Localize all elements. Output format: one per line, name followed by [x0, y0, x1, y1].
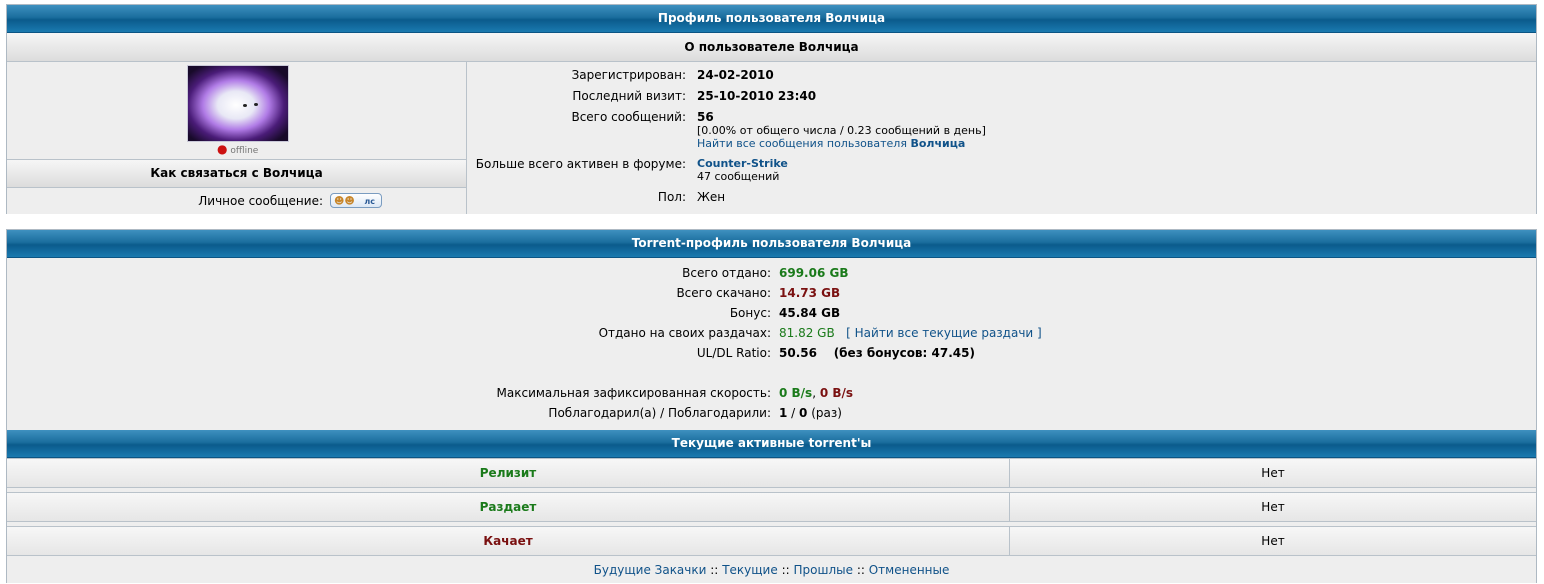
posts-label: Всего сообщений: — [571, 110, 686, 124]
active-row-value: Нет — [1261, 534, 1285, 548]
downloaded-label: Всего скачано: — [676, 286, 771, 300]
active-title: Текущие активные torrent'ы — [7, 430, 1536, 458]
link-separator: :: — [710, 563, 719, 577]
cancelled-link[interactable]: Отмененные — [869, 563, 950, 577]
own-seed-value: 81.82 GB — [779, 326, 835, 340]
torrent-panel: Torrent-профиль пользователя Волчица Все… — [6, 229, 1537, 583]
profile-title: Профиль пользователя Волчица — [7, 5, 1536, 33]
max-speed-down: 0 B/s — [819, 386, 854, 400]
bonus-value: 45.84 GB — [779, 306, 841, 320]
ratio-label: UL/DL Ratio: — [696, 346, 771, 360]
downloaded-value: 14.73 GB — [779, 286, 841, 300]
active-row-label: Качает — [7, 527, 1010, 555]
active-row-value: Нет — [1261, 500, 1285, 514]
current-link[interactable]: Текущие — [722, 563, 778, 577]
offline-icon: ● — [217, 142, 228, 156]
gender-value: Жен — [697, 190, 726, 204]
pm-button[interactable]: ☻☻ лс — [330, 193, 382, 208]
max-speed-sep: , — [812, 386, 817, 400]
active-row-value: Нет — [1261, 466, 1285, 480]
active-row-label: Релизит — [7, 459, 1010, 487]
find-posts-link[interactable]: Найти все сообщения пользователя Волчица — [697, 137, 965, 150]
registered-value: 24-02-2010 — [697, 68, 774, 82]
thanks-unit: (раз) — [811, 406, 842, 420]
online-status: ● offline — [217, 142, 258, 156]
uploaded-value: 699.06 GB — [779, 266, 849, 280]
profile-panel: Профиль пользователя Волчица О пользоват… — [6, 4, 1537, 214]
active-row-releasing: Релизит Нет — [7, 458, 1536, 488]
most-active-label: Больше всего активен в форуме: — [475, 157, 686, 171]
posts-stats: [0.00% от общего числа / 0.23 сообщений … — [697, 124, 986, 137]
ratio-extra: (без бонусов: 47.45) — [833, 346, 975, 360]
find-seeds-link[interactable]: [ Найти все текущие раздачи ] — [846, 326, 1042, 340]
max-speed-label: Максимальная зафиксированная скорость: — [496, 386, 771, 400]
about-heading: О пользователе Волчица — [7, 33, 1536, 62]
torrent-title: Torrent-профиль пользователя Волчица — [7, 230, 1536, 258]
most-active-forum-link[interactable]: Counter-Strike — [697, 157, 788, 170]
contact-heading: Как связаться с Волчица — [7, 159, 466, 188]
future-downloads-link[interactable]: Будущие Закачки — [594, 563, 707, 577]
status-text: offline — [230, 146, 259, 156]
pm-button-label: лс — [364, 197, 375, 206]
ratio-value: 50.56 — [779, 346, 817, 360]
active-row-seeding: Раздает Нет — [7, 492, 1536, 522]
avatar — [187, 65, 289, 142]
torrent-stats: Всего отдано: 699.06 GB Всего скачано: 1… — [7, 258, 1536, 428]
pm-row: Личное сообщение: ☻☻ лс — [7, 191, 466, 211]
user-card: ● offline Как связаться с Волчица Личное… — [7, 62, 467, 214]
registered-label: Зарегистрирован: — [571, 68, 686, 82]
own-seed-label: Отдано на своих раздачах: — [598, 326, 771, 340]
last-visit-label: Последний визит: — [572, 89, 686, 103]
uploaded-label: Всего отдано: — [682, 266, 771, 280]
link-separator: :: — [781, 563, 790, 577]
most-active-count: 47 сообщений — [697, 170, 780, 183]
max-speed-up: 0 B/s — [779, 386, 813, 400]
find-posts-user: Волчица — [910, 137, 966, 150]
active-row-label: Раздает — [7, 493, 1010, 521]
last-visit-value: 25-10-2010 23:40 — [697, 89, 817, 103]
link-separator: :: — [856, 563, 865, 577]
users-icon: ☻☻ — [334, 196, 355, 207]
posts-value: 56 — [697, 110, 714, 124]
thanks-label: Поблагодарил(а) / Поблагодарили: — [548, 406, 771, 420]
thanks-sep: / — [787, 406, 800, 420]
gender-label: Пол: — [657, 190, 686, 204]
past-link[interactable]: Прошлые — [793, 563, 853, 577]
user-details: Зарегистрирован: 24-02-2010 Последний ви… — [467, 62, 1536, 214]
thanks-received: 0 — [799, 406, 808, 420]
bonus-label: Бонус: — [729, 306, 771, 320]
active-row-leeching: Качает Нет — [7, 526, 1536, 556]
pm-label: Личное сообщение: — [198, 194, 323, 208]
torrent-list-links: Будущие Закачки :: Текущие :: Прошлые ::… — [7, 557, 1536, 584]
